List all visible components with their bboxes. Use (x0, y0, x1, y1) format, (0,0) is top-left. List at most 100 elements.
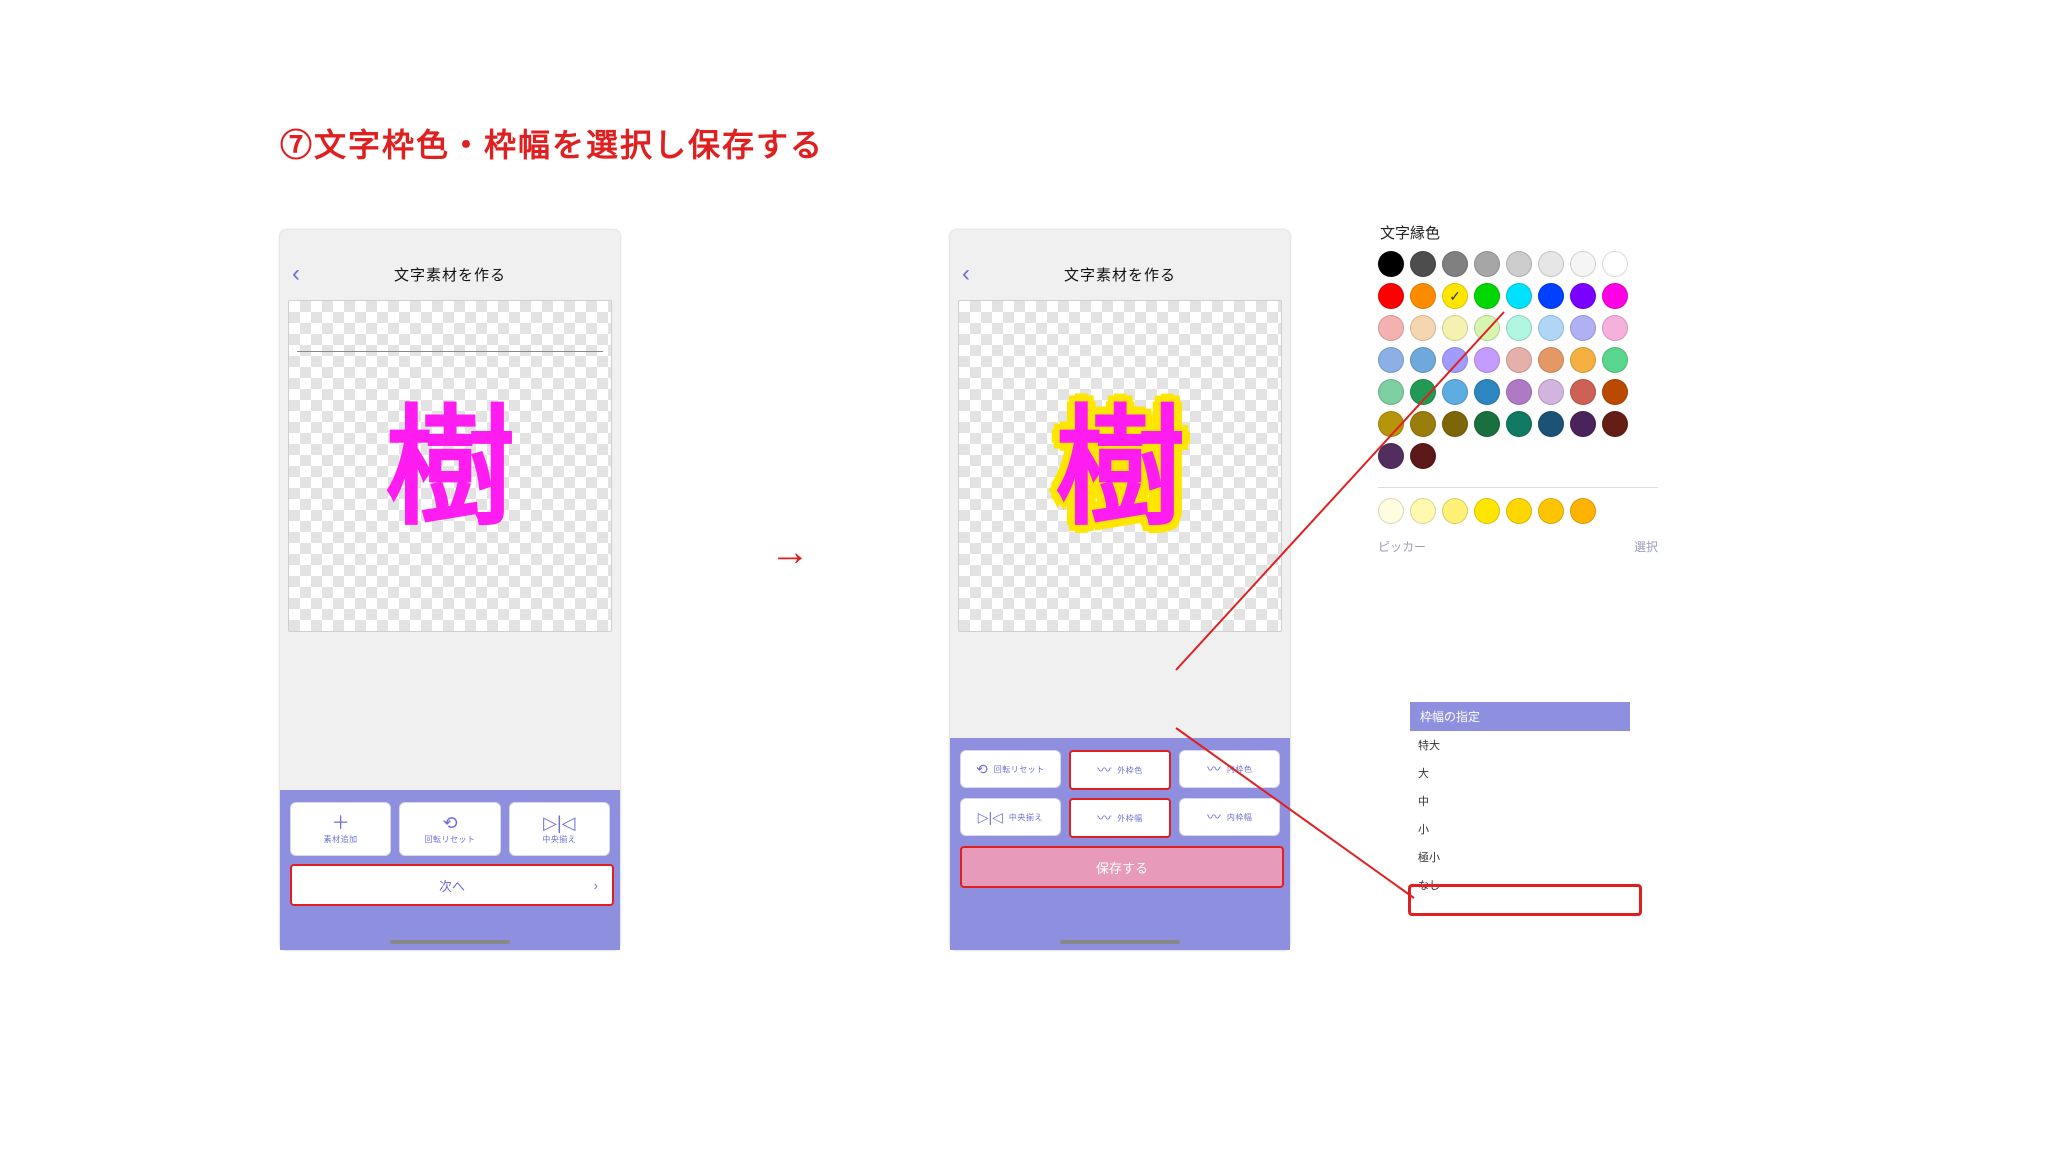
label: 中央揃え (542, 834, 576, 845)
recent-color-swatch[interactable] (1506, 498, 1532, 524)
color-swatch[interactable] (1538, 283, 1564, 309)
width-option[interactable]: 小 (1410, 815, 1630, 843)
width-panel-header: 枠幅の指定 (1410, 702, 1630, 731)
color-swatch[interactable] (1378, 379, 1404, 405)
editor-canvas[interactable]: 樹 (958, 300, 1282, 632)
recent-color-swatch[interactable] (1378, 498, 1404, 524)
rotate-reset-icon: ⟲ (442, 814, 457, 832)
color-swatch[interactable] (1570, 379, 1596, 405)
recent-colors-row (1378, 487, 1658, 524)
color-swatch[interactable] (1410, 443, 1436, 469)
bottom-toolbar: ⟲ 回転リセット 〰 外枠色 〰 内枠色 ▷|◁ 中央揃え 〰 (950, 738, 1290, 950)
color-swatch[interactable] (1602, 315, 1628, 341)
recent-color-swatch[interactable] (1474, 498, 1500, 524)
reset-rotation-button[interactable]: ⟲ 回転リセット (399, 802, 500, 856)
phone-screenshot-right: ‹ 文字素材を作る 樹 ⟲ 回転リセット 〰 外枠色 〰 内枠色 (950, 230, 1290, 950)
color-swatch[interactable] (1570, 283, 1596, 309)
color-swatch[interactable] (1474, 315, 1500, 341)
color-swatch[interactable] (1442, 283, 1468, 309)
outer-border-width-button[interactable]: 〰 外枠幅 (1069, 798, 1172, 838)
color-swatch[interactable] (1538, 411, 1564, 437)
next-button[interactable]: 次へ › (290, 864, 614, 906)
recent-color-swatch[interactable] (1570, 498, 1596, 524)
step-title: ⑦文字枠色・枠幅を選択し保存する (280, 120, 824, 166)
color-swatch[interactable] (1378, 411, 1404, 437)
color-swatch[interactable] (1378, 283, 1404, 309)
save-button[interactable]: 保存する (960, 846, 1284, 888)
plus-icon: ＋ (332, 814, 350, 832)
color-swatch[interactable] (1602, 283, 1628, 309)
color-swatch[interactable] (1474, 251, 1500, 277)
color-swatch[interactable] (1474, 411, 1500, 437)
color-swatch[interactable] (1442, 347, 1468, 373)
color-swatch[interactable] (1538, 315, 1564, 341)
canvas-character[interactable]: 樹 (385, 363, 515, 551)
color-swatch[interactable] (1506, 283, 1532, 309)
back-button[interactable]: ‹ (962, 260, 970, 288)
center-align-icon: ▷|◁ (978, 810, 1003, 824)
outer-border-color-button[interactable]: 〰 外枠色 (1069, 750, 1172, 790)
recent-color-swatch[interactable] (1410, 498, 1436, 524)
navbar: ‹ 文字素材を作る (280, 256, 620, 292)
color-swatch-grid (1378, 251, 1658, 469)
inner-border-color-button[interactable]: 〰 内枠色 (1179, 750, 1280, 788)
width-option[interactable]: 特大 (1410, 731, 1630, 759)
recent-color-swatch[interactable] (1538, 498, 1564, 524)
color-swatch[interactable] (1378, 251, 1404, 277)
back-button[interactable]: ‹ (292, 260, 300, 288)
color-swatch[interactable] (1538, 347, 1564, 373)
width-option[interactable]: なし (1410, 871, 1630, 899)
color-swatch[interactable] (1602, 347, 1628, 373)
width-option[interactable]: 極小 (1410, 843, 1630, 871)
color-swatch[interactable] (1442, 251, 1468, 277)
color-swatch[interactable] (1410, 283, 1436, 309)
width-option[interactable]: 大 (1410, 759, 1630, 787)
color-swatch[interactable] (1474, 283, 1500, 309)
color-swatch[interactable] (1410, 251, 1436, 277)
width-option[interactable]: 中 (1410, 787, 1630, 815)
center-align-button[interactable]: ▷|◁ 中央揃え (509, 802, 610, 856)
color-swatch[interactable] (1378, 347, 1404, 373)
color-swatch[interactable] (1442, 411, 1468, 437)
color-swatch[interactable] (1570, 347, 1596, 373)
bottom-toolbar: ＋ 素材追加 ⟲ 回転リセット ▷|◁ 中央揃え 次へ › (280, 790, 620, 950)
rotate-reset-icon: ⟲ (976, 762, 988, 776)
color-swatch[interactable] (1442, 315, 1468, 341)
canvas-character[interactable]: 樹 (1055, 363, 1185, 551)
label: 素材追加 (324, 834, 358, 845)
color-swatch[interactable] (1602, 411, 1628, 437)
color-swatch[interactable] (1506, 379, 1532, 405)
color-swatch[interactable] (1602, 379, 1628, 405)
color-swatch[interactable] (1442, 379, 1468, 405)
color-swatch[interactable] (1410, 347, 1436, 373)
color-swatch[interactable] (1506, 411, 1532, 437)
color-swatch[interactable] (1506, 251, 1532, 277)
color-swatch[interactable] (1410, 315, 1436, 341)
color-swatch[interactable] (1474, 379, 1500, 405)
color-swatch[interactable] (1506, 315, 1532, 341)
select-tab[interactable]: 選択 (1634, 538, 1658, 555)
inner-border-width-button[interactable]: 〰 内枠幅 (1179, 798, 1280, 836)
add-material-button[interactable]: ＋ 素材追加 (290, 802, 391, 856)
editor-canvas[interactable]: 樹 (288, 300, 612, 632)
color-swatch[interactable] (1506, 347, 1532, 373)
color-swatch[interactable] (1538, 251, 1564, 277)
color-swatch[interactable] (1410, 411, 1436, 437)
picker-tab[interactable]: ピッカー (1378, 538, 1426, 555)
color-swatch[interactable] (1474, 347, 1500, 373)
color-swatch[interactable] (1538, 379, 1564, 405)
color-swatch[interactable] (1602, 251, 1628, 277)
navbar: ‹ 文字素材を作る (950, 256, 1290, 292)
color-swatch[interactable] (1570, 411, 1596, 437)
color-swatch[interactable] (1378, 315, 1404, 341)
center-align-button[interactable]: ▷|◁ 中央揃え (960, 798, 1061, 836)
color-swatch[interactable] (1570, 315, 1596, 341)
color-swatch[interactable] (1570, 251, 1596, 277)
reset-rotation-button[interactable]: ⟲ 回転リセット (960, 750, 1061, 788)
next-label: 次へ (439, 876, 465, 895)
color-swatch[interactable] (1378, 443, 1404, 469)
color-swatch[interactable] (1410, 379, 1436, 405)
recent-color-swatch[interactable] (1442, 498, 1468, 524)
chevron-right-icon: › (594, 878, 598, 893)
label: 回転リセット (424, 834, 475, 845)
